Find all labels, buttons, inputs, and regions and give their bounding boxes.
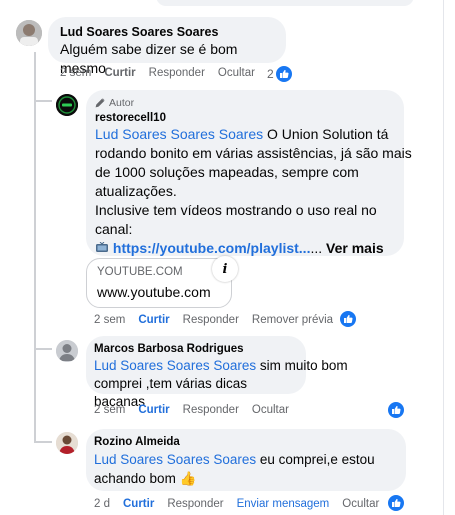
reply-author[interactable]: restorecell10: [95, 111, 395, 125]
mention-link[interactable]: Lud Soares Soares Soares: [95, 126, 263, 142]
link-preview-site: www.youtube.com: [97, 284, 211, 300]
reaction-count[interactable]: 2: [267, 67, 274, 81]
reply-text-line: sim muito bom: [256, 358, 348, 373]
previous-comment-bubble: [156, 0, 414, 6]
reply-button[interactable]: Responder: [167, 498, 223, 510]
reply-bubble: Autor restorecell10 Lud Soares Soares So…: [86, 90, 412, 258]
comment-actions: 2 sem Curtir Responder Ocultar: [60, 67, 268, 79]
author-badge-label: Autor: [109, 97, 135, 109]
thread-branch: [34, 441, 52, 443]
reply-button[interactable]: Responder: [149, 67, 205, 79]
author-badge: Autor: [95, 96, 395, 110]
remove-preview-button[interactable]: Remover prévia: [252, 314, 333, 326]
mention-link[interactable]: Lud Soares Soares Soares: [94, 452, 256, 467]
timestamp[interactable]: 2 sem: [94, 314, 125, 326]
reply-text-line: de 1000 soluções mapeadas, sempre com: [95, 164, 359, 180]
reply-actions: 2 sem Curtir Responder Remover prévia: [94, 314, 346, 326]
link-preview-domain: YOUTUBE.COM: [97, 266, 183, 278]
thumbs-up-icon[interactable]: [388, 402, 404, 418]
thread-branch: [34, 100, 52, 102]
comment-author[interactable]: Lud Soares Soares Soares: [60, 24, 274, 40]
reply-text: Lud Soares Soares Soares eu comprei,e es…: [94, 450, 398, 488]
reply-text-line: O Union Solution tá: [263, 126, 389, 142]
reply-text-line: atualizações.: [95, 183, 177, 199]
like-button[interactable]: Curtir: [123, 498, 154, 510]
avatar[interactable]: [56, 432, 78, 454]
reply-author[interactable]: Rozino Almeida: [94, 434, 398, 450]
hide-button[interactable]: Ocultar: [252, 404, 289, 416]
scrollbar-track[interactable]: [443, 0, 444, 515]
tv-icon: [96, 241, 108, 252]
reply-text-line: canal:: [95, 221, 133, 237]
info-icon[interactable]: i: [212, 256, 238, 282]
timestamp[interactable]: 2 sem: [60, 67, 91, 79]
hide-button[interactable]: Ocultar: [342, 498, 379, 510]
thumbs-up-icon[interactable]: [340, 311, 356, 327]
reply-button[interactable]: Responder: [183, 404, 239, 416]
link-preview-card[interactable]: YOUTUBE.COM www.youtube.com: [86, 258, 232, 308]
thumbs-up-icon[interactable]: [388, 495, 404, 511]
like-button[interactable]: Curtir: [138, 314, 169, 326]
reply-author[interactable]: Marcos Barbosa Rodrigues: [94, 341, 298, 357]
like-button[interactable]: Curtir: [104, 67, 135, 79]
avatar[interactable]: [16, 20, 42, 46]
mention-link[interactable]: Lud Soares Soares Soares: [94, 358, 256, 373]
hide-button[interactable]: Ocultar: [218, 67, 255, 79]
pencil-icon: [95, 98, 105, 108]
see-more-link[interactable]: Ver mais: [326, 240, 384, 256]
reply-button[interactable]: Responder: [183, 314, 239, 326]
playlist-link[interactable]: https://youtube.com/playlist...: [113, 240, 311, 256]
reply-text: Lud Soares Soares Soares O Union Solutio…: [95, 125, 412, 258]
reply-text-line: eu comprei,e estou: [256, 452, 375, 467]
thumbs-up-emoji: 👍: [179, 471, 197, 486]
thumbs-up-icon[interactable]: [276, 66, 292, 82]
reply-text-line: rodando bonito em várias assistências, j…: [95, 145, 412, 161]
reply-bubble: Marcos Barbosa Rodrigues Lud Soares Soar…: [86, 336, 348, 409]
thread-branch: [34, 348, 52, 350]
timestamp[interactable]: 2 sem: [94, 404, 125, 416]
reply-actions: 2 sem Curtir Responder Ocultar: [94, 404, 302, 416]
send-message-button[interactable]: Enviar mensagem: [237, 498, 330, 510]
avatar[interactable]: [56, 340, 78, 362]
ellipsis: ...: [310, 240, 323, 256]
timestamp[interactable]: 2 d: [94, 498, 110, 510]
comment-bubble: Lud Soares Soares Soares Alguém sabe diz…: [48, 17, 286, 76]
reply-bubble: Rozino Almeida Lud Soares Soares Soares …: [86, 429, 406, 491]
like-button[interactable]: Curtir: [138, 404, 169, 416]
reply-text-line: Inclusive tem vídeos mostrando o uso rea…: [95, 202, 377, 218]
avatar[interactable]: [56, 94, 78, 116]
thread-line: [34, 372, 36, 442]
reply-text: Lud Soares Soares Soares sim muito bom c…: [94, 357, 348, 411]
reply-text-line: achando bom: [94, 471, 176, 486]
reply-actions: 2 d Curtir Responder Enviar mensagem Ocu…: [94, 498, 392, 510]
